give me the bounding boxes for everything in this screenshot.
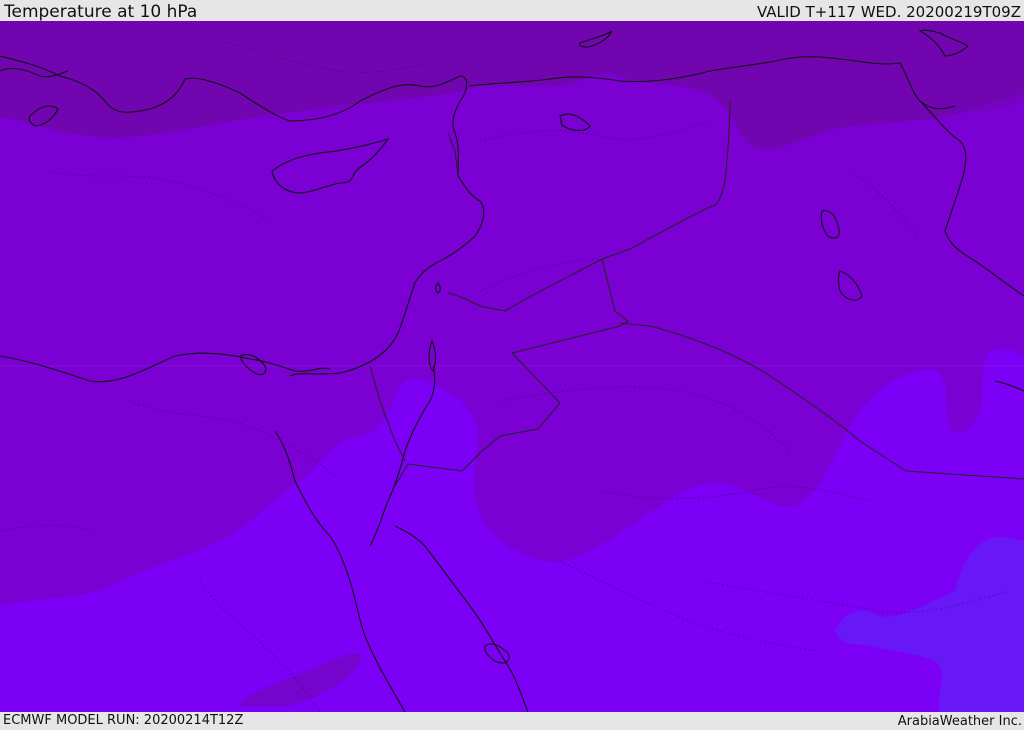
map-title: Temperature at 10 hPa [4, 2, 198, 22]
model-run-label: ECMWF MODEL RUN: 20200214T12Z [3, 713, 244, 728]
weather-map [0, 21, 1024, 712]
valid-time: VALID T+117 WED. 20200219T09Z [756, 3, 1021, 21]
header-bar: Temperature at 10 hPa VALID T+117 WED. 2… [0, 0, 1024, 22]
footer-bar: ECMWF MODEL RUN: 20200214T12Z ArabiaWeat… [0, 712, 1024, 729]
brand-label: ArabiaWeather Inc. [897, 714, 1022, 729]
